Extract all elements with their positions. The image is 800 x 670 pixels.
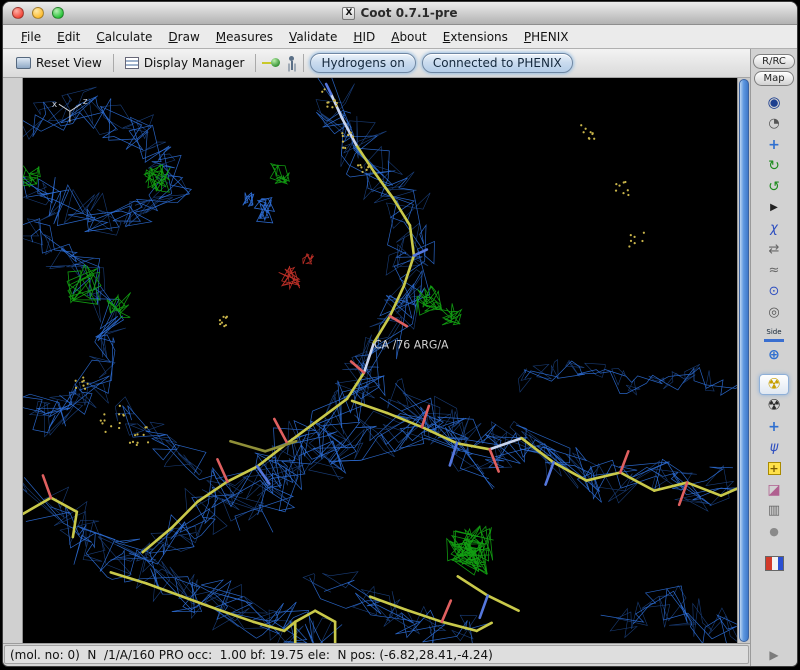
backbone-icon[interactable]: ≈ <box>759 260 789 281</box>
density-view: x z CA /76 ARG/A <box>23 78 737 643</box>
view-sphere-icon[interactable]: ◉ <box>759 92 789 113</box>
menu-calculate[interactable]: Calculate <box>88 27 160 47</box>
rotamers-icon[interactable]: ψ <box>759 437 789 458</box>
menu-draw[interactable]: Draw <box>160 27 207 47</box>
left-gutter <box>3 78 23 643</box>
grid-icon <box>124 57 139 69</box>
toolbar: Reset View Display Manager Hydrogens on … <box>3 49 750 78</box>
regularize-icon[interactable]: ☢ <box>759 395 789 416</box>
molecular-canvas[interactable]: x z CA /76 ARG/A <box>23 78 737 643</box>
zoom-button[interactable] <box>52 7 64 19</box>
titlebar[interactable]: X Coot 0.7.1-pre <box>3 2 797 25</box>
expand-arrow-icon: ▶ <box>769 647 779 662</box>
toolbar-separator <box>303 54 305 72</box>
status-bar: (mol. no: 0) N /1/A/160 PRO occ: 1.00 bf… <box>4 645 749 664</box>
tool-icon-stack: ◉ ◔ + ↻ ↺ ▶ χ ⇄ ≈ ⊙ ◎ Side ⊕ ☢ ☢ + ψ + ◪… <box>759 92 789 571</box>
torsion-icon[interactable]: ↺ <box>759 176 789 197</box>
toolbar-separator <box>255 54 257 72</box>
eye-icon[interactable]: ◎ <box>759 302 789 323</box>
window-title: X Coot 0.7.1-pre <box>3 2 797 24</box>
go-to-atom-icon[interactable] <box>262 57 281 69</box>
scrollbar-thumb[interactable] <box>739 79 749 642</box>
validation-figure-icon[interactable] <box>286 55 297 71</box>
map-button[interactable]: Map <box>754 71 794 86</box>
monitor-icon <box>16 57 31 69</box>
sphere-icon[interactable]: ● <box>759 521 789 542</box>
display-manager-button[interactable]: Display Manager <box>120 54 250 72</box>
toolbar-expand-button[interactable]: ▶ <box>751 643 797 666</box>
menu-hid[interactable]: HID <box>345 27 383 47</box>
hydrogens-toggle-button[interactable]: Hydrogens on <box>310 53 416 73</box>
axis-x-label: x <box>52 100 58 110</box>
right-toolbar: R/RC Map ◉ ◔ + ↻ ↺ ▶ χ ⇄ ≈ ⊙ ◎ Side ⊕ ☢ … <box>750 49 797 666</box>
toolbar-separator <box>112 54 114 72</box>
real-space-refine-icon[interactable]: ☢ <box>759 374 789 395</box>
menu-validate[interactable]: Validate <box>281 27 345 47</box>
pan-icon[interactable]: ⊕ <box>759 344 789 365</box>
reset-view-label: Reset View <box>36 56 102 70</box>
close-button[interactable] <box>12 7 24 19</box>
display-manager-label: Display Manager <box>143 56 245 70</box>
sphere-refine-icon[interactable]: ⊙ <box>759 281 789 302</box>
add-residue-icon[interactable]: + <box>759 458 789 479</box>
rotate-zone-icon[interactable]: ↻ <box>759 155 789 176</box>
reset-view-button[interactable]: Reset View <box>11 54 107 72</box>
x11-icon: X <box>342 6 356 20</box>
display-flag-icon[interactable] <box>764 556 784 571</box>
rigid-body-icon[interactable]: + <box>759 416 789 437</box>
mutate-icon[interactable]: ◪ <box>759 479 789 500</box>
menu-about[interactable]: About <box>383 27 435 47</box>
menu-phenix[interactable]: PHENIX <box>516 27 577 47</box>
chi-angles-icon[interactable]: χ <box>759 218 789 239</box>
translate-icon[interactable]: + <box>759 134 789 155</box>
menu-file[interactable]: File <box>13 27 49 47</box>
play-icon[interactable]: ▶ <box>759 197 789 218</box>
delete-icon[interactable]: ▥ <box>759 500 789 521</box>
menu-extensions[interactable]: Extensions <box>435 27 516 47</box>
side-view-icon[interactable]: Side <box>764 325 784 342</box>
clock-icon[interactable]: ◔ <box>759 113 789 134</box>
menu-measures[interactable]: Measures <box>208 27 281 47</box>
phenix-connection-button[interactable]: Connected to PHENIX <box>421 53 573 73</box>
residue-label: CA /76 ARG/A <box>374 338 449 351</box>
menubar: File Edit Calculate Draw Measures Valida… <box>3 25 797 49</box>
canvas-scrollbar[interactable] <box>737 78 750 643</box>
axis-z-label: z <box>83 97 88 107</box>
window-title-text: Coot 0.7.1-pre <box>360 6 458 20</box>
minimize-button[interactable] <box>32 7 44 19</box>
menu-edit[interactable]: Edit <box>49 27 88 47</box>
window-controls <box>12 7 64 19</box>
flip-icon[interactable]: ⇄ <box>759 239 789 260</box>
rrc-button[interactable]: R/RC <box>753 54 795 69</box>
status-row: (mol. no: 0) N /1/A/160 PRO occ: 1.00 bf… <box>3 643 750 666</box>
coot-window: X Coot 0.7.1-pre File Edit Calculate Dra… <box>2 1 798 667</box>
